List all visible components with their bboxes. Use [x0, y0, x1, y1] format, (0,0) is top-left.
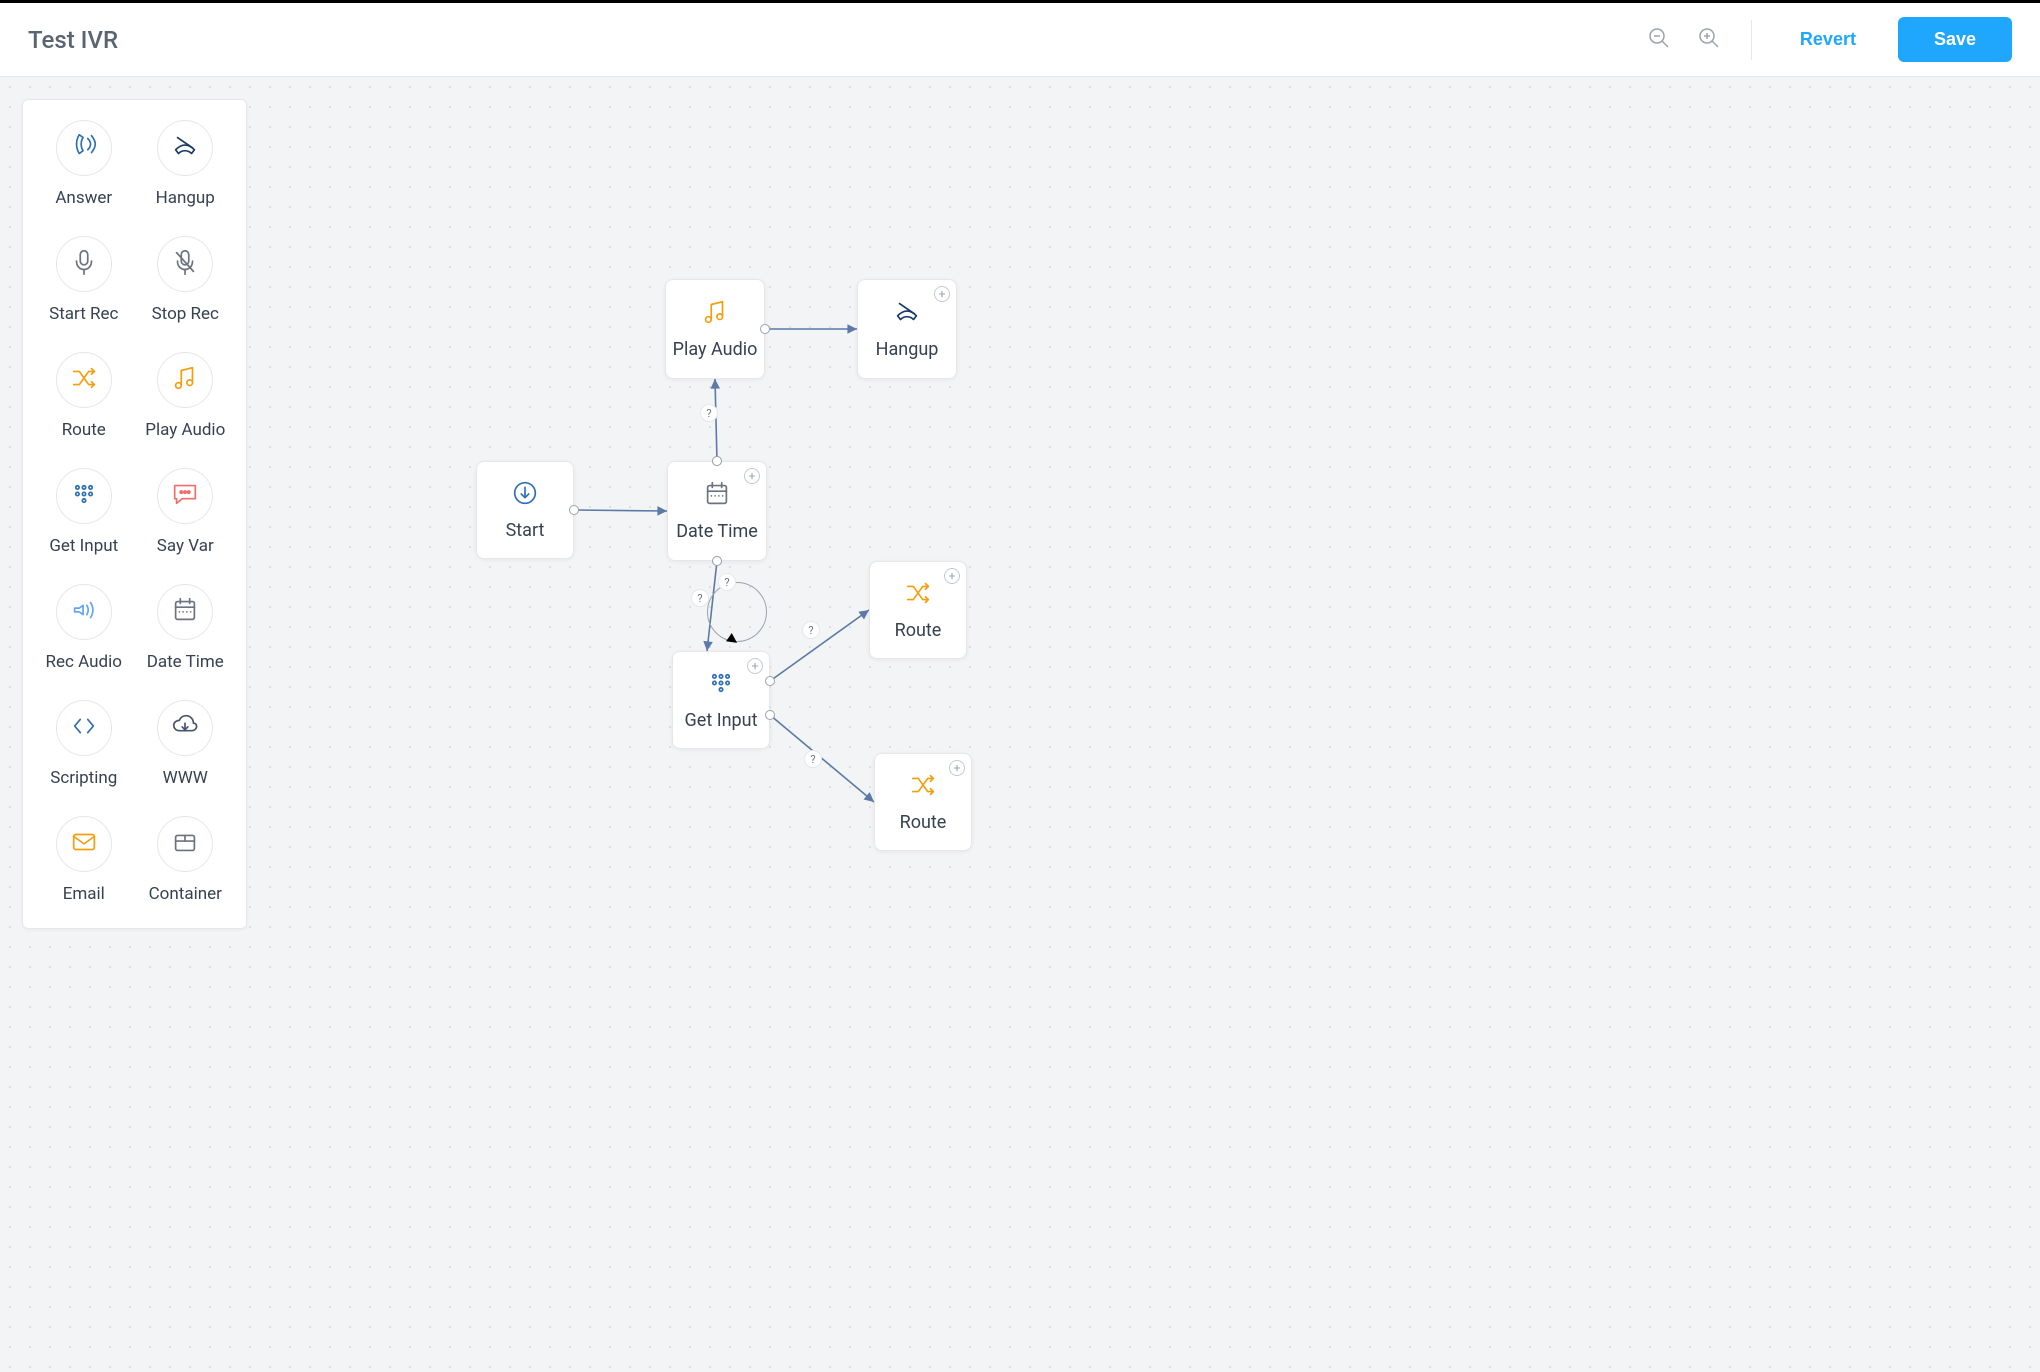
node-start[interactable]: Start [476, 461, 574, 559]
mic-icon [56, 236, 112, 292]
zoom-out-icon [1647, 26, 1671, 53]
zoom-out-button[interactable] [1645, 26, 1673, 54]
node-label: Hangup [876, 339, 939, 360]
node-label: Start [506, 520, 545, 541]
edge-condition-label: ? [802, 621, 820, 639]
edge-e2 [715, 379, 717, 461]
palette-item-hangup[interactable]: Hangup [135, 120, 237, 208]
palette-item-start-rec[interactable]: Start Rec [33, 236, 135, 324]
palette-item-label: Start Rec [49, 304, 118, 324]
edge-e6 [770, 715, 874, 802]
chat-dots-icon [157, 468, 213, 524]
node-route2[interactable]: + Route [874, 753, 972, 851]
cloud-down-icon [157, 700, 213, 756]
edge-condition-label: ? [691, 589, 709, 607]
dialpad-icon [56, 468, 112, 524]
music-icon [157, 352, 213, 408]
palette-item-label: Say Var [157, 536, 214, 556]
palette-item-label: Container [149, 884, 222, 904]
add-port-button[interactable]: + [747, 658, 763, 674]
phone-waves-icon [56, 120, 112, 176]
node-hangup[interactable]: + Hangup [857, 279, 957, 379]
node-playaudio[interactable]: Play Audio [665, 279, 765, 379]
connection-port[interactable] [760, 324, 770, 334]
palette-item-label: WWW [163, 768, 208, 788]
palette-item-get-input[interactable]: Get Input [33, 468, 135, 556]
node-label: Get Input [685, 710, 758, 731]
phone-off-icon [892, 297, 922, 331]
connection-port[interactable] [765, 676, 775, 686]
palette-item-label: Get Input [49, 536, 118, 556]
palette-item-say-var[interactable]: Say Var [135, 468, 237, 556]
palette-item-label: Route [62, 420, 106, 440]
page-title: Test IVR [28, 26, 118, 54]
calendar-icon [702, 479, 732, 513]
phone-off-icon [157, 120, 213, 176]
node-getinput[interactable]: + Get Input [672, 651, 770, 749]
node-route1[interactable]: + Route [869, 561, 967, 659]
add-port-button[interactable]: + [934, 286, 950, 302]
canvas[interactable]: Answer Hangup Start Rec Stop Rec Route P… [0, 77, 2040, 1372]
palette-item-date-time[interactable]: Date Time [135, 584, 237, 672]
palette-item-www[interactable]: WWW [135, 700, 237, 788]
node-datetime[interactable]: + Date Time [667, 461, 767, 561]
palette-item-label: Play Audio [145, 420, 225, 440]
palette-item-label: Hangup [156, 188, 215, 208]
shuffle-icon [903, 578, 933, 612]
header: Test IVR Revert Save [0, 3, 2040, 77]
sound-waves-icon [56, 584, 112, 640]
edge-e5 [770, 610, 869, 681]
header-divider [1751, 20, 1752, 60]
palette-item-email[interactable]: Email [33, 816, 135, 904]
palette-item-label: Answer [55, 188, 112, 208]
dialpad-icon [706, 668, 736, 702]
package-icon [157, 816, 213, 872]
palette-item-label: Email [63, 884, 105, 904]
envelope-icon [56, 816, 112, 872]
palette-item-route[interactable]: Route [33, 352, 135, 440]
edge-self-loop [707, 582, 767, 642]
edge-e1 [574, 510, 667, 511]
palette-item-label: Scripting [50, 768, 117, 788]
code-icon [56, 700, 112, 756]
node-label: Play Audio [673, 339, 758, 360]
palette-item-stop-rec[interactable]: Stop Rec [135, 236, 237, 324]
node-palette: Answer Hangup Start Rec Stop Rec Route P… [22, 99, 247, 929]
add-port-button[interactable]: + [949, 760, 965, 776]
edge-condition-label: ? [700, 404, 718, 422]
shuffle-icon [908, 770, 938, 804]
palette-item-label: Stop Rec [152, 304, 219, 324]
node-label: Route [900, 812, 947, 833]
add-port-button[interactable]: + [944, 568, 960, 584]
palette-item-label: Date Time [147, 652, 224, 672]
palette-item-container[interactable]: Container [135, 816, 237, 904]
start-down-icon [510, 478, 540, 512]
palette-item-answer[interactable]: Answer [33, 120, 135, 208]
connection-port[interactable] [712, 556, 722, 566]
connection-port[interactable] [765, 710, 775, 720]
zoom-in-button[interactable] [1695, 26, 1723, 54]
revert-button[interactable]: Revert [1780, 19, 1876, 60]
connection-port[interactable] [712, 456, 722, 466]
zoom-in-icon [1697, 26, 1721, 53]
music-icon [700, 297, 730, 331]
palette-item-play-audio[interactable]: Play Audio [135, 352, 237, 440]
save-button[interactable]: Save [1898, 17, 2012, 62]
node-label: Date Time [676, 521, 758, 542]
connection-port[interactable] [569, 505, 579, 515]
shuffle-icon [56, 352, 112, 408]
edge-condition-label: ? [804, 750, 822, 768]
palette-item-label: Rec Audio [46, 652, 122, 672]
add-port-button[interactable]: + [744, 468, 760, 484]
mic-off-icon [157, 236, 213, 292]
edges-layer [0, 77, 2040, 1372]
node-label: Route [895, 620, 942, 641]
palette-item-scripting[interactable]: Scripting [33, 700, 135, 788]
calendar-icon [157, 584, 213, 640]
palette-item-rec-audio[interactable]: Rec Audio [33, 584, 135, 672]
